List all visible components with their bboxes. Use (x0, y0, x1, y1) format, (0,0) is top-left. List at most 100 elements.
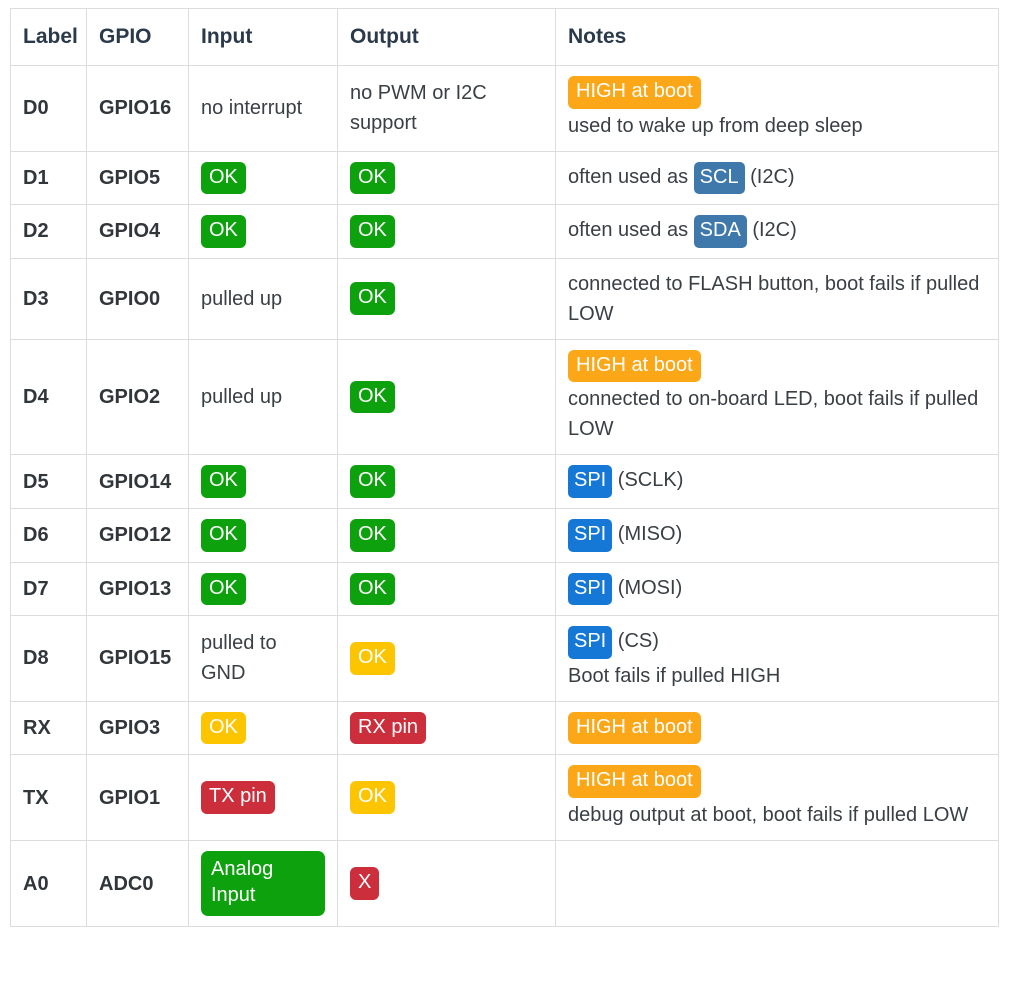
badge-line: OK (350, 282, 543, 316)
status-badge: OK (201, 518, 246, 552)
note-suffix-text: (CS) (612, 630, 659, 653)
cell-gpio-name: GPIO1 (86, 754, 189, 841)
badge-line: HIGH at boot (568, 76, 986, 109)
status-badge: OK (201, 465, 246, 498)
cell-input-capability: OK (188, 507, 338, 563)
cell-pin-label: D8 (10, 615, 87, 702)
cell-input-capability: OK (188, 204, 338, 259)
cell-pin-label: D1 (10, 150, 87, 206)
inline-note-line: SPI (SCLK) (568, 465, 986, 498)
status-badge: OK (350, 572, 395, 606)
notes-text: Boot fails if pulled HIGH (568, 664, 781, 687)
cell-input-capability: OK (188, 454, 338, 509)
cell-input-capability: pulled to GND (188, 615, 338, 702)
column-header-input: Input (188, 8, 338, 66)
cell-gpio-name: GPIO12 (86, 507, 189, 563)
cell-gpio-name: GPIO5 (86, 150, 189, 206)
notes-text: used to wake up from deep sleep (568, 114, 863, 137)
inline-note-line: often used as SDA (I2C) (568, 215, 986, 248)
cell-output-capability: RX pin (337, 700, 556, 756)
badge-line: OK (201, 572, 325, 606)
status-badge: OK (350, 282, 395, 316)
cell-input-capability: OK (188, 561, 338, 617)
status-badge: HIGH at boot (568, 711, 701, 745)
status-badge: OK (201, 215, 246, 248)
badge-line: OK (350, 161, 543, 195)
cell-notes: connected to FLASH button, boot fails if… (555, 257, 999, 340)
column-header-label: Label (10, 8, 87, 66)
badge-line: OK (350, 465, 543, 498)
cell-input-capability: OK (188, 150, 338, 206)
cell-output-capability: OK (337, 150, 556, 206)
protocol-badge: SPI (568, 626, 613, 659)
cell-output-capability: OK (337, 507, 556, 563)
cell-notes: HIGH at boot used to wake up from deep sl… (555, 65, 999, 152)
cell-notes (555, 839, 999, 928)
cell-pin-label: TX (10, 754, 87, 841)
table-row: D7 GPIO13 OK OK SPI (MOSI) (10, 561, 999, 617)
table-row: D5 GPIO14 OK OK SPI (SCLK) (10, 454, 999, 509)
cell-pin-label: D0 (10, 65, 87, 152)
cell-output-capability: OK (337, 454, 556, 509)
badge-line: TX pin (201, 781, 325, 814)
pinout-table-container: Label GPIO Input Output Notes D0 GPIO16 no… (0, 0, 1012, 928)
badge-line: OK (201, 518, 325, 552)
badge-line: X (350, 867, 543, 900)
cell-pin-label: A0 (10, 839, 87, 928)
protocol-badge: SDA (693, 215, 747, 248)
cell-gpio-name: GPIO3 (86, 700, 189, 756)
cell-gpio-name: GPIO13 (86, 561, 189, 617)
protocol-badge: SPI (568, 465, 613, 498)
note-suffix-text: (MISO) (612, 522, 683, 545)
cell-gpio-name: GPIO15 (86, 615, 189, 702)
badge-line: OK (350, 215, 543, 248)
note-suffix-text: (SCLK) (612, 469, 684, 492)
note-prefix-text: often used as (568, 219, 694, 242)
cell-pin-label: RX (10, 700, 87, 756)
table-row: D6 GPIO12 OK OK SPI (MISO) (10, 507, 999, 563)
cell-input-capability: pulled up (188, 257, 338, 340)
inline-note-line: SPI (MISO) (568, 518, 986, 552)
inline-note-line: often used as SCL (I2C) (568, 161, 986, 195)
column-header-notes: Notes (555, 8, 999, 66)
table-header-row: Label GPIO Input Output Notes (10, 8, 999, 66)
note-prefix-text: often used as (568, 165, 694, 188)
cell-pin-label: D6 (10, 507, 87, 563)
notes-text: debug output at boot, boot fails if pull… (568, 803, 969, 826)
badge-line: OK (201, 711, 325, 745)
note-suffix-text: (I2C) (746, 219, 797, 242)
cell-output-capability: OK (337, 754, 556, 841)
status-badge: RX pin (350, 711, 427, 745)
cell-notes: SPI (MISO) (555, 507, 999, 563)
cell-pin-label: D5 (10, 454, 87, 509)
badge-line: HIGH at boot (568, 349, 986, 383)
status-badge: OK (350, 215, 395, 248)
input-text: pulled up (201, 386, 283, 409)
cell-notes: often used as SCL (I2C) (555, 150, 999, 206)
status-badge: OK (350, 518, 395, 552)
gpio-pinout-table: Label GPIO Input Output Notes D0 GPIO16 no… (10, 8, 999, 928)
status-badge: TX pin (201, 781, 275, 814)
table-row: D0 GPIO16 no interrupt no PWM or I2C suppor… (10, 65, 999, 152)
protocol-badge: SCL (693, 161, 745, 195)
cell-notes: HIGH at boot debug output at boot, boot f… (555, 754, 999, 841)
cell-input-capability: TX pin (188, 754, 338, 841)
cell-gpio-name: GPIO4 (86, 204, 189, 259)
status-badge: OK (201, 711, 246, 745)
cell-output-capability: OK (337, 338, 556, 456)
cell-notes: SPI (CS) Boot fails if pulled HIGH (555, 615, 999, 702)
notes-text: connected to FLASH button, boot fails if… (568, 272, 980, 325)
status-badge: HIGH at boot (568, 349, 701, 383)
badge-line: OK (201, 215, 325, 248)
protocol-badge: SPI (568, 518, 613, 552)
output-text: no PWM or I2C support (350, 82, 487, 135)
cell-output-capability: OK (337, 257, 556, 340)
cell-input-capability: no interrupt (188, 65, 338, 152)
badge-line: HIGH at boot (568, 765, 986, 798)
table-row: TX GPIO1 TX pin OK HIGH at boot debug output … (10, 754, 999, 841)
badge-line: OK (350, 642, 543, 675)
cell-notes: SPI (MOSI) (555, 561, 999, 617)
table-body: D0 GPIO16 no interrupt no PWM or I2C suppor… (10, 65, 999, 928)
inline-note-line: SPI (CS) (568, 626, 986, 659)
column-header-gpio: GPIO (86, 8, 189, 66)
